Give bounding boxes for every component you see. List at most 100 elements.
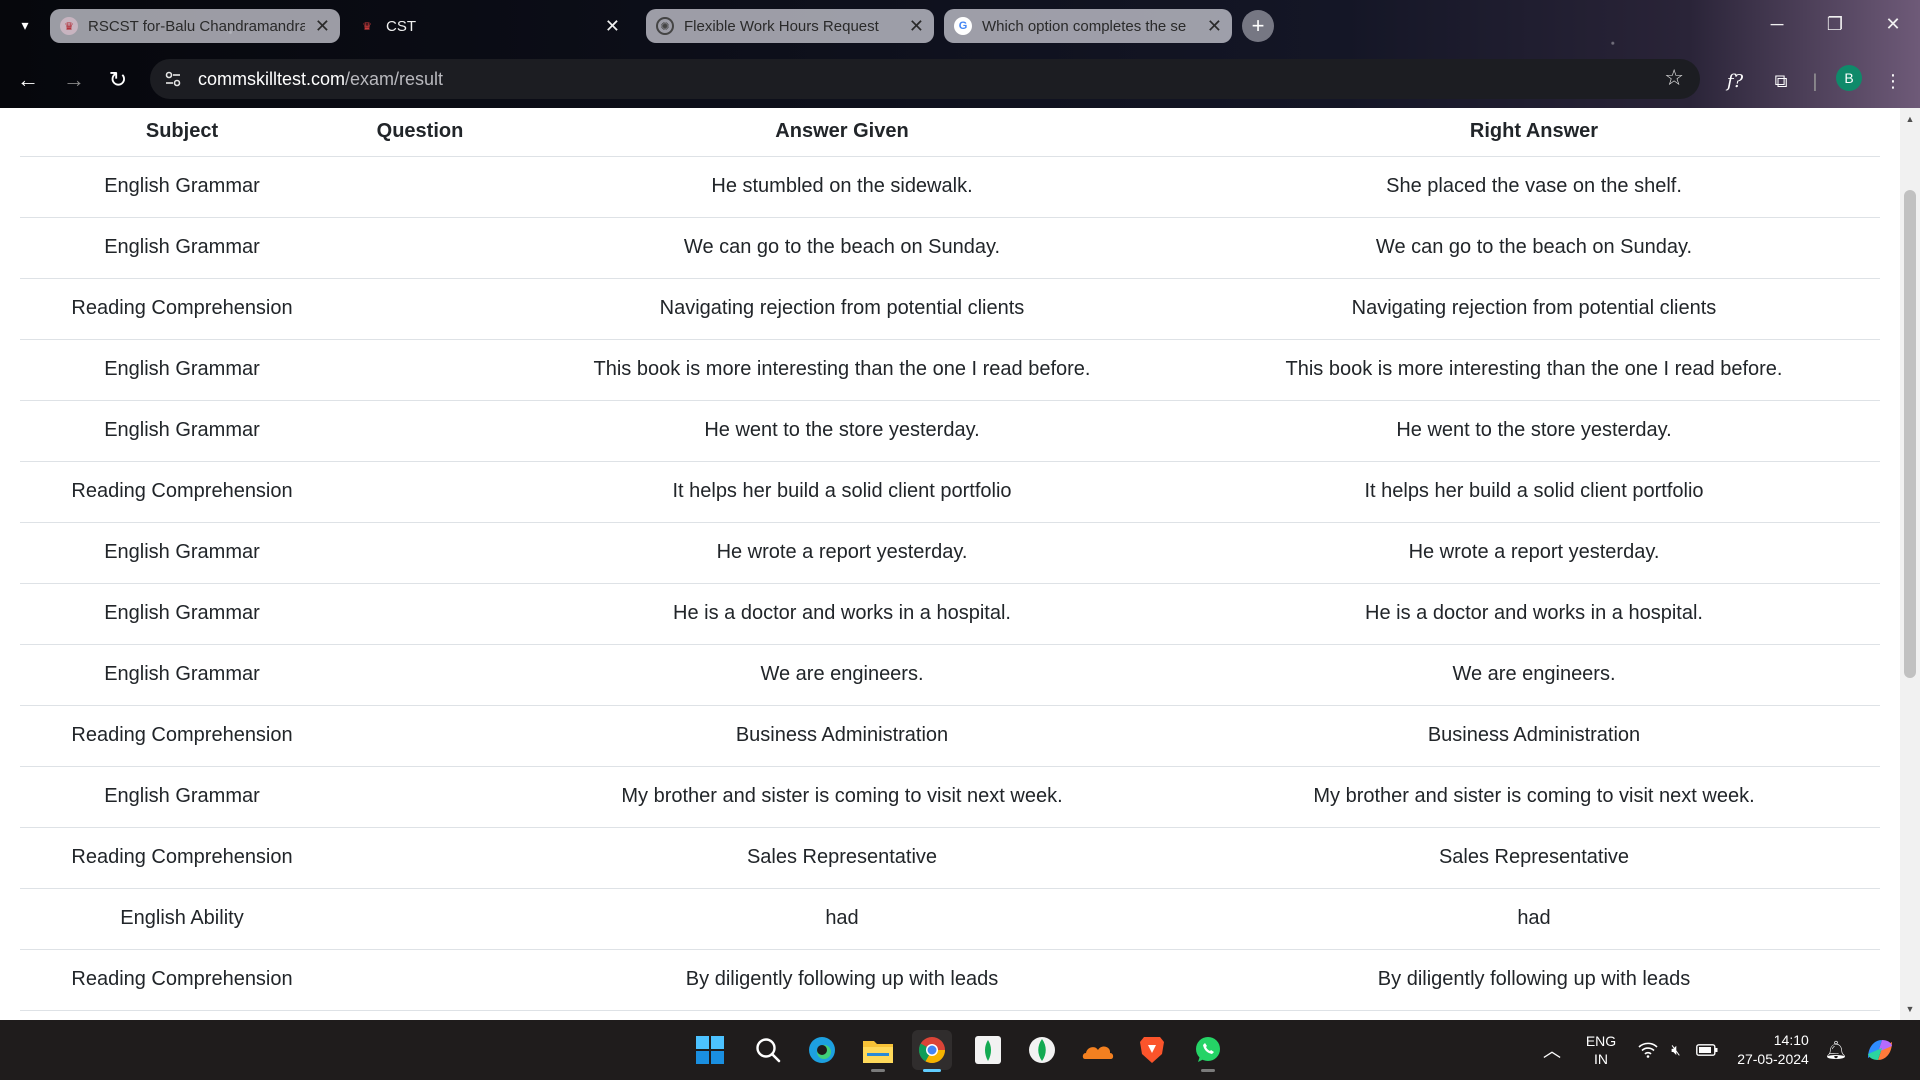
table-row: Reading Comprehension Sales Representativ… — [20, 827, 1880, 889]
scroll-down-icon[interactable]: ▼ — [1900, 1000, 1920, 1018]
cell-question — [344, 644, 496, 706]
table-row: Reading Comprehension It helps her build … — [20, 461, 1880, 523]
cell-question — [344, 949, 496, 1011]
cell-answer-given: Sales Representative — [496, 827, 1188, 889]
cloudflare-icon[interactable] — [1078, 1030, 1118, 1070]
volume-muted-icon[interactable]: 🔇︎ — [1662, 1020, 1690, 1080]
table-body: English Grammar He stumbled on the sidewa… — [20, 156, 1880, 1011]
toolbar-divider: | — [1812, 70, 1818, 91]
tab-title: Flexible Work Hours Request — [684, 17, 879, 35]
cell-question — [344, 827, 496, 889]
scrollbar-thumb[interactable] — [1904, 190, 1916, 678]
windows-start-icon[interactable] — [690, 1030, 730, 1070]
cell-subject: Reading Comprehension — [20, 461, 344, 523]
tab-flexible-work-hours[interactable]: ✺ Flexible Work Hours Request ✕ — [646, 9, 934, 43]
cell-right-answer: She placed the vase on the shelf. — [1188, 156, 1880, 218]
bookmark-star-icon[interactable]: ☆ — [1664, 65, 1684, 91]
cell-question — [344, 400, 496, 462]
file-explorer-icon[interactable] — [858, 1030, 898, 1072]
minimize-icon[interactable]: ─ — [1748, 0, 1806, 48]
back-icon[interactable]: ← — [10, 62, 46, 98]
brave-icon[interactable] — [1132, 1030, 1172, 1070]
chrome-icon[interactable] — [912, 1030, 952, 1072]
tab-title: CST — [386, 17, 416, 35]
tab-search-icon[interactable]: ▾ — [10, 10, 40, 40]
reload-icon[interactable]: ↻ — [100, 62, 136, 98]
copilot-icon[interactable] — [1862, 1020, 1898, 1080]
input-language-indicator[interactable]: ENG IN — [1578, 1020, 1624, 1080]
cell-answer-given: My brother and sister is coming to visit… — [496, 766, 1188, 828]
cell-question — [344, 705, 496, 767]
cell-right-answer: We can go to the beach on Sunday. — [1188, 217, 1880, 279]
scroll-up-icon[interactable]: ▲ — [1900, 110, 1920, 128]
close-tab-icon[interactable]: ✕ — [315, 17, 330, 35]
cell-question — [344, 339, 496, 401]
close-tab-icon[interactable]: ✕ — [1207, 17, 1222, 35]
cell-answer-given: By diligently following up with leads — [496, 949, 1188, 1011]
table-row: English Grammar This book is more interes… — [20, 339, 1880, 401]
table-row: English Grammar We are engineers. We are e… — [20, 644, 1880, 706]
profile-avatar[interactable]: B — [1836, 65, 1862, 91]
table-row: Reading Comprehension By diligently follo… — [20, 949, 1880, 1011]
cell-subject: English Grammar — [20, 583, 344, 645]
tray-overflow-icon[interactable]: ︿ — [1538, 1020, 1566, 1080]
cell-subject: Reading Comprehension — [20, 705, 344, 767]
tab-title: Which option completes the se — [982, 17, 1187, 35]
address-bar[interactable]: commskilltest.com/exam/result ☆ — [150, 59, 1700, 99]
fx-extension-icon[interactable]: f? — [1720, 66, 1750, 96]
extensions-puzzle-icon[interactable]: ⧉ — [1766, 66, 1796, 96]
restore-icon[interactable]: ❐ — [1806, 0, 1864, 48]
table-row: English Grammar He wrote a report yesterd… — [20, 522, 1880, 584]
cell-right-answer: had — [1188, 888, 1880, 950]
cell-answer-given: He is a doctor and works in a hospital. — [496, 583, 1188, 645]
close-tab-icon[interactable]: ✕ — [909, 17, 924, 35]
notification-bell-icon[interactable]: 🔔︎ — [1822, 1020, 1850, 1080]
page-content: Subject Question Answer Given Right Answ… — [0, 108, 1900, 1020]
menu-kebab-icon[interactable]: ⋮ — [1878, 66, 1908, 96]
page-scrollbar[interactable]: ▲ ▼ — [1900, 108, 1920, 1020]
close-window-icon[interactable]: ✕ — [1864, 0, 1920, 48]
cst-logo-icon: ♛ — [362, 20, 372, 33]
forward-icon[interactable]: → — [56, 62, 92, 98]
new-tab-button[interactable]: + — [1242, 10, 1274, 42]
search-icon[interactable] — [748, 1030, 788, 1070]
site-info-icon[interactable] — [162, 68, 184, 90]
cell-question — [344, 278, 496, 340]
cell-subject: English Grammar — [20, 644, 344, 706]
header-question: Question — [344, 108, 496, 157]
tab-which-option[interactable]: G Which option completes the se ✕ — [944, 9, 1232, 43]
cell-question — [344, 583, 496, 645]
cell-question — [344, 766, 496, 828]
tab-title: RSCST for-Balu Chandramandra — [88, 17, 305, 35]
cell-subject: English Grammar — [20, 400, 344, 462]
cell-subject: English Grammar — [20, 339, 344, 401]
battery-icon[interactable] — [1692, 1020, 1722, 1080]
cell-right-answer: Sales Representative — [1188, 827, 1880, 889]
running-indicator — [1201, 1069, 1215, 1072]
windows-taskbar: ︿ ENG IN 🔇︎ 14:10 27-05-2024 🔔︎ — [0, 1020, 1920, 1080]
language-line-2: IN — [1594, 1051, 1608, 1067]
cell-right-answer: He wrote a report yesterday. — [1188, 522, 1880, 584]
cell-subject: English Ability — [20, 888, 344, 950]
wifi-icon[interactable] — [1634, 1020, 1662, 1080]
cell-answer-given: This book is more interesting than the o… — [496, 339, 1188, 401]
system-clock[interactable]: 14:10 27-05-2024 — [1730, 1020, 1816, 1080]
tab-cst[interactable]: ♛ CST ✕ — [348, 9, 630, 43]
table-row: Reading Comprehension Navigating rejectio… — [20, 278, 1880, 340]
google-icon: G — [954, 17, 972, 35]
mongodb-icon[interactable] — [1022, 1030, 1062, 1070]
edge-icon[interactable] — [802, 1030, 842, 1070]
cell-question — [344, 522, 496, 584]
cell-subject: Reading Comprehension — [20, 827, 344, 889]
cell-answer-given: Business Administration — [496, 705, 1188, 767]
close-tab-icon[interactable]: ✕ — [605, 17, 620, 35]
cell-subject: Reading Comprehension — [20, 278, 344, 340]
table-row: English Grammar My brother and sister is … — [20, 766, 1880, 828]
whatsapp-icon[interactable] — [1188, 1030, 1228, 1072]
cell-right-answer: Navigating rejection from potential clie… — [1188, 278, 1880, 340]
table-row: English Ability had had — [20, 888, 1880, 950]
mongodb-compass-icon[interactable] — [968, 1030, 1008, 1070]
url-host: commskilltest.com — [198, 68, 346, 89]
header-answer-given: Answer Given — [496, 108, 1188, 157]
tab-rscst[interactable]: ♛ RSCST for-Balu Chandramandra ✕ — [50, 9, 340, 43]
